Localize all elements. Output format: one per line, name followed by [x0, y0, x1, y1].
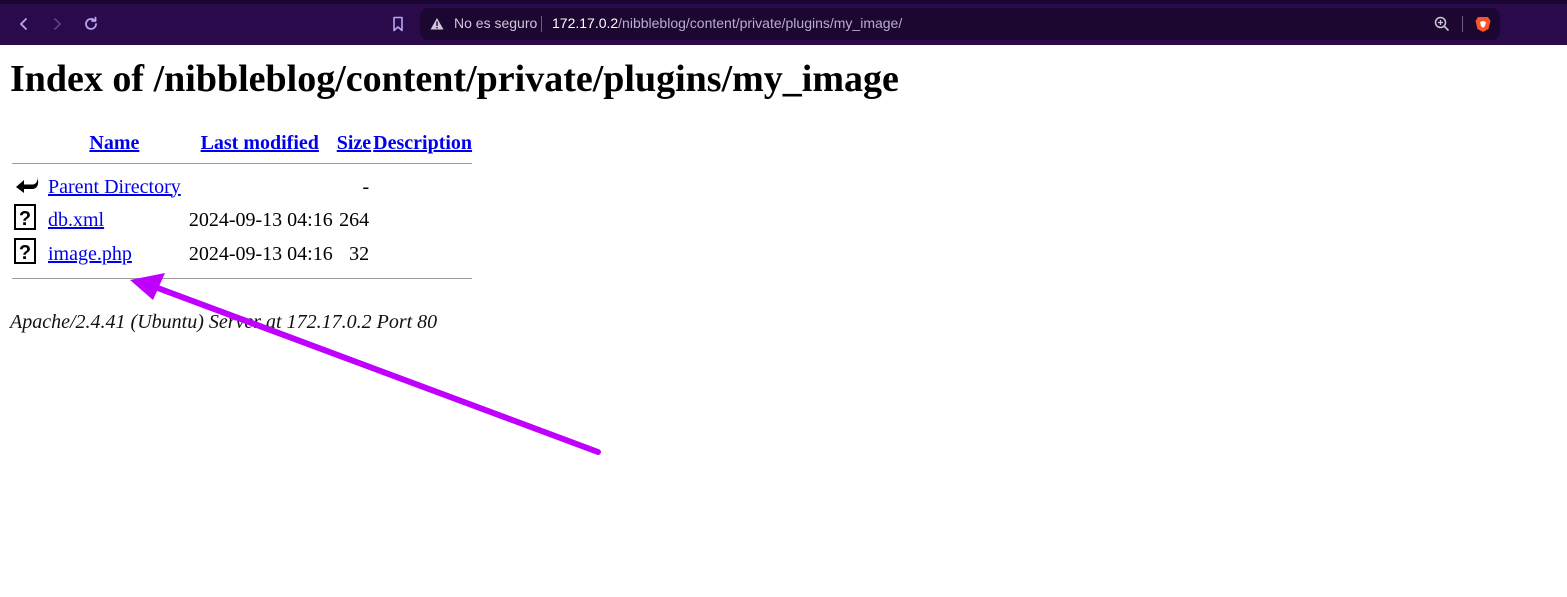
chevron-right-icon — [54, 18, 62, 30]
modified-cell: 2024-09-13 04:16 — [188, 242, 333, 265]
separator-cell — [12, 272, 473, 285]
name-cell: image.php — [46, 238, 183, 270]
separator-cell — [12, 157, 473, 170]
parent-directory-link[interactable]: Parent Directory — [48, 176, 181, 198]
sort-by-modified-link[interactable]: Last modified — [201, 132, 319, 154]
forward-button[interactable] — [45, 12, 69, 36]
file-link[interactable]: db.xml — [48, 209, 104, 231]
brave-shield-icon[interactable] — [1474, 15, 1492, 33]
server-signature: Apache/2.4.41 (Ubuntu) Server at 172.17.… — [10, 311, 438, 333]
size-cell: 264 — [339, 208, 370, 231]
url-divider — [541, 16, 542, 32]
warning-triangle-icon[interactable] — [430, 17, 444, 31]
icon-header — [12, 132, 44, 155]
reload-button[interactable] — [79, 12, 103, 36]
icon-cell: ? — [12, 204, 44, 236]
bookmark-icon — [393, 16, 403, 32]
table-row: ? db.xml 2024-09-13 04:16 264 — [12, 204, 472, 236]
url-text[interactable]: 172.17.0.2/nibbleblog/content/private/pl… — [552, 15, 902, 31]
directory-listing-table: Name Last modified Size Description Pare… — [10, 130, 474, 287]
size-cell: - — [362, 175, 370, 198]
svg-text:?: ? — [19, 208, 31, 230]
table-row: ? image.php 2024-09-13 04:16 32 — [12, 238, 472, 270]
back-button[interactable] — [12, 12, 36, 36]
separator-row — [12, 157, 473, 170]
table-header-row: Name Last modified Size Description — [12, 132, 472, 155]
unknown-file-icon: ? — [14, 238, 36, 264]
chevron-left-icon — [19, 18, 27, 30]
modified-cell: 2024-09-13 04:16 — [188, 208, 333, 231]
reload-icon — [85, 16, 97, 30]
name-cell: Parent Directory — [46, 172, 183, 202]
url-host: 172.17.0.2 — [552, 15, 619, 31]
address-bar[interactable]: No es seguro 172.17.0.2/nibbleblog/conte… — [420, 8, 1500, 40]
size-column-header: Size — [337, 132, 371, 155]
sort-by-name-link[interactable]: Name — [89, 132, 139, 154]
security-status[interactable]: No es seguro — [454, 15, 537, 31]
browser-toolbar: No es seguro 172.17.0.2/nibbleblog/conte… — [0, 0, 1567, 45]
icon-cell: ? — [12, 238, 44, 270]
back-arrow-icon — [16, 177, 39, 193]
description-cell — [373, 238, 472, 270]
icon-cell — [12, 172, 44, 202]
modified-cell — [185, 172, 335, 202]
sort-by-size-link[interactable]: Size — [337, 132, 371, 154]
description-cell — [373, 172, 472, 202]
name-cell: db.xml — [46, 204, 183, 236]
zoom-icon[interactable] — [1434, 16, 1450, 32]
description-column-header: Description — [373, 132, 472, 155]
svg-text:?: ? — [19, 242, 31, 264]
description-cell — [373, 204, 472, 236]
separator-line — [12, 278, 473, 279]
size-cell: 32 — [349, 242, 370, 265]
modified-column-header: Last modified — [185, 132, 335, 155]
bookmark-button[interactable] — [386, 12, 410, 36]
url-divider-right — [1462, 16, 1463, 32]
url-path: /nibbleblog/content/private/plugins/my_i… — [618, 15, 903, 31]
page-title: Index of /nibbleblog/content/private/plu… — [10, 58, 899, 100]
file-link[interactable]: image.php — [48, 243, 132, 265]
separator-row — [12, 272, 473, 285]
unknown-file-icon: ? — [14, 204, 36, 230]
name-column-header: Name — [46, 132, 183, 155]
table-row: Parent Directory - — [12, 172, 472, 202]
separator-line — [12, 163, 473, 164]
sort-by-description-link[interactable]: Description — [373, 132, 472, 154]
